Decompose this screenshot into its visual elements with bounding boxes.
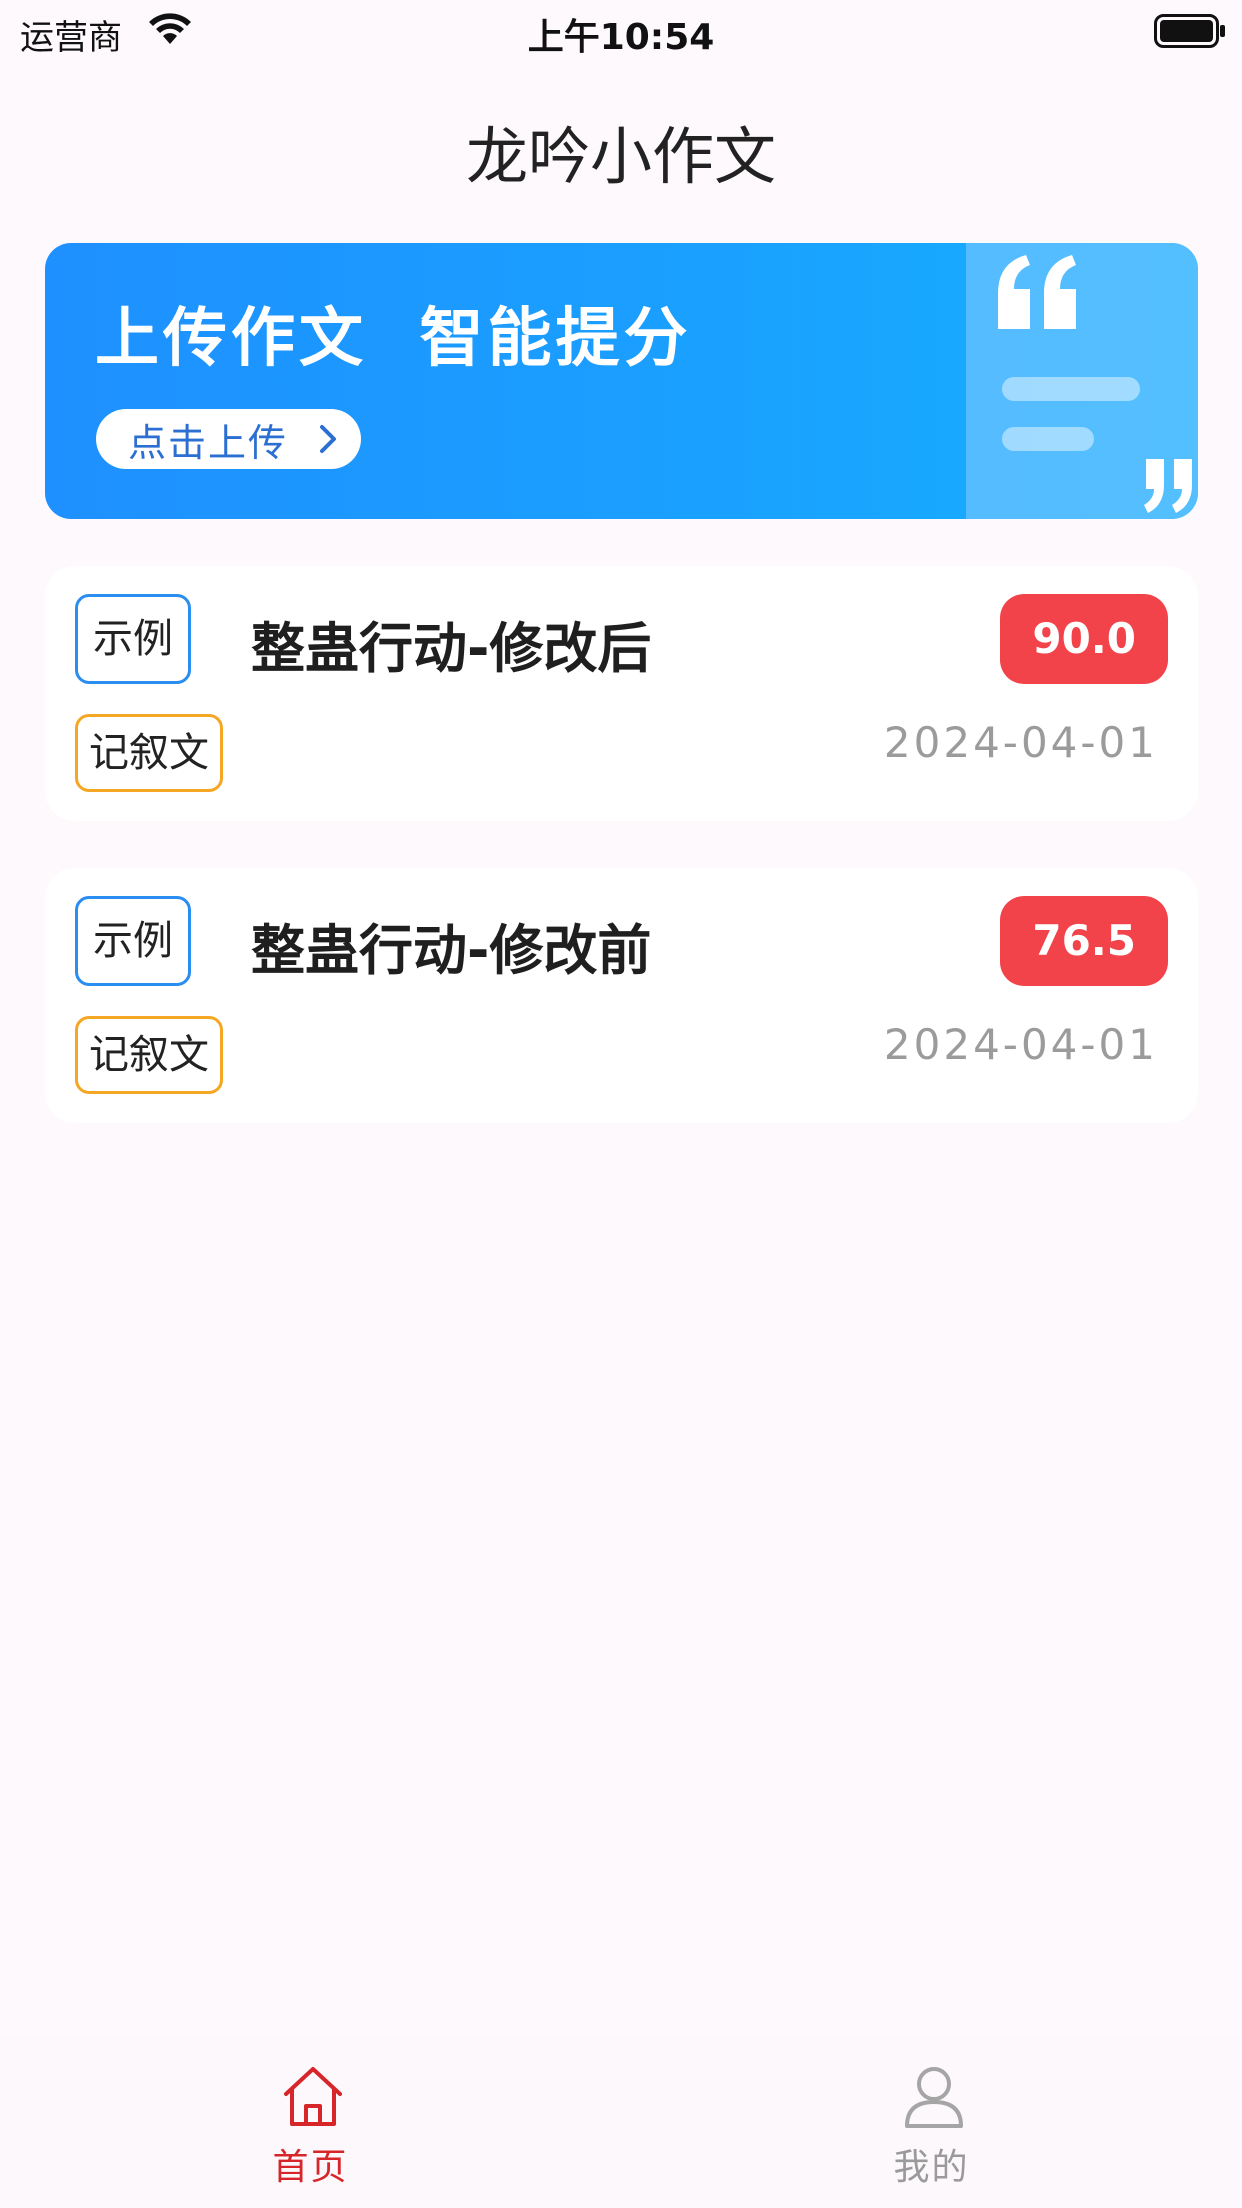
banner-headline: 上传作文 智能提分 xyxy=(95,302,692,376)
tab-mine[interactable]: 我的 xyxy=(621,2038,1242,2208)
example-tag: 示例 xyxy=(75,896,191,986)
essay-list: 示例 记叙文 整蛊行动-修改后 90.0 2024-04-01 示例 记叙文 整… xyxy=(45,566,1198,1170)
essay-date: 2024-04-01 xyxy=(883,718,1158,767)
genre-tag: 记叙文 xyxy=(75,1016,223,1094)
score-badge: 76.5 xyxy=(1000,896,1168,986)
upload-button-label: 点击上传 xyxy=(128,420,289,465)
example-tag: 示例 xyxy=(75,594,191,684)
essay-card[interactable]: 示例 记叙文 整蛊行动-修改前 76.5 2024-04-01 xyxy=(45,868,1198,1123)
user-icon xyxy=(905,2067,963,2128)
quote-close-icon xyxy=(1144,459,1192,513)
tab-home-label: 首页 xyxy=(272,2147,349,2188)
score-badge: 90.0 xyxy=(1000,594,1168,684)
genre-tag: 记叙文 xyxy=(75,714,223,792)
status-time: 上午10:54 xyxy=(527,17,715,58)
status-bar: 运营商 上午10:54 xyxy=(0,0,1242,62)
quote-icon xyxy=(998,255,1076,329)
banner-decoration xyxy=(966,243,1198,519)
decor-line-short xyxy=(1002,427,1094,451)
tab-mine-label: 我的 xyxy=(893,2147,970,2188)
tab-home[interactable]: 首页 xyxy=(0,2038,621,2208)
upload-banner[interactable]: 上传作文 智能提分 点击上传 xyxy=(45,243,1198,519)
chevron-right-icon xyxy=(320,425,336,453)
page-title: 龙吟小作文 xyxy=(465,120,776,193)
tab-bar: 首页 我的 xyxy=(0,2038,1242,2208)
app-screen: 运营商 上午10:54 龙吟小作文 上传作文 智能提分 点击上传 示例 记叙文 … xyxy=(0,0,1242,2208)
upload-button[interactable]: 点击上传 xyxy=(96,409,361,469)
decor-line-long xyxy=(1002,377,1140,401)
essay-title: 整蛊行动-修改后 xyxy=(251,617,652,680)
battery-icon xyxy=(1154,14,1225,48)
essay-date: 2024-04-01 xyxy=(883,1020,1158,1069)
home-icon xyxy=(284,2067,342,2126)
essay-card[interactable]: 示例 记叙文 整蛊行动-修改后 90.0 2024-04-01 xyxy=(45,566,1198,821)
essay-title: 整蛊行动-修改前 xyxy=(251,919,652,982)
